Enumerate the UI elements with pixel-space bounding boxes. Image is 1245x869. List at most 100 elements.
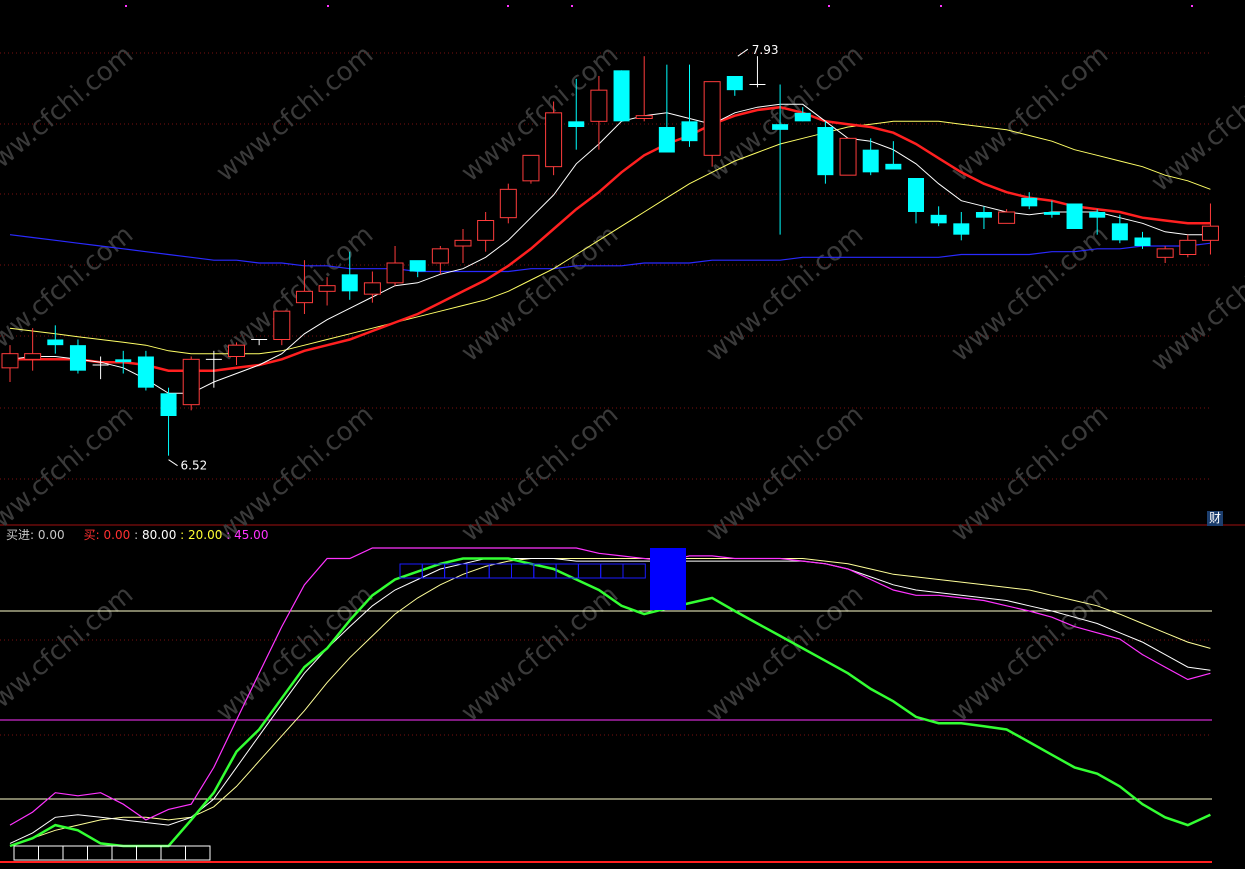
- candle-body-down: [1134, 237, 1151, 246]
- top-tick: [828, 5, 830, 7]
- candle: [92, 356, 109, 380]
- signal-bar: [650, 548, 686, 610]
- candle-body-up: [522, 154, 540, 182]
- candle: [363, 271, 381, 303]
- candle: [658, 64, 675, 153]
- candle-body-down: [862, 149, 879, 173]
- level-80-label: 80.00: [141, 528, 177, 542]
- candle: [1021, 192, 1038, 210]
- candle-body-down: [817, 127, 834, 176]
- watermark-text: www.cfchi.com: [0, 40, 139, 188]
- candle: [726, 76, 743, 96]
- candle-body-up: [24, 353, 42, 360]
- candle-body-up: [1179, 239, 1197, 255]
- watermark-text: www.cfchi.com: [946, 220, 1115, 368]
- bottom-box: [38, 845, 64, 861]
- candle-body-down: [885, 163, 902, 170]
- bottom-box: [136, 845, 162, 861]
- candle-body-down: [47, 339, 64, 346]
- top-tick: [125, 5, 127, 7]
- high-leader: [737, 48, 749, 57]
- top-tick: [507, 5, 509, 7]
- candle-body-down: [930, 214, 947, 224]
- candle-body-up: [998, 211, 1016, 224]
- watermark-text: www.cfchi.com: [946, 400, 1115, 548]
- sep-2: :: [180, 528, 185, 542]
- buy-label: 买:: [83, 528, 100, 542]
- candle-body-down: [613, 70, 630, 122]
- candle: [1066, 203, 1083, 229]
- stock-chart: www.cfchi.com www.cfchi.com www.cfchi.com w…: [0, 5, 1245, 863]
- signal-box: [511, 563, 535, 579]
- signal-box: [622, 563, 646, 579]
- bottom-box: [87, 845, 113, 861]
- candle-body-down: [658, 127, 675, 153]
- indicator-bar: 买进: 0.00 买: 0.00 : 80.00 : 20.00 : 45.00: [6, 527, 268, 543]
- candle-body-down: [69, 345, 86, 371]
- candle: [1201, 203, 1219, 255]
- top-tick: [1191, 5, 1193, 7]
- candle: [975, 206, 992, 229]
- candle: [1156, 246, 1174, 263]
- candle: [635, 56, 653, 122]
- candle-body-down: [772, 124, 789, 130]
- candle: [409, 260, 426, 278]
- candle: [47, 325, 64, 354]
- candle: [930, 206, 947, 227]
- watermark-text: www.cfchi.com: [0, 400, 139, 548]
- candle: [273, 310, 291, 346]
- candle: [681, 64, 698, 147]
- candle: [613, 70, 630, 122]
- buy-in-value: 0.00: [37, 528, 65, 542]
- signal-box: [488, 563, 513, 579]
- candle: [908, 178, 924, 224]
- candle-body-up: [318, 285, 336, 292]
- candle-body-down: [953, 223, 970, 235]
- bottom-box: [62, 845, 88, 861]
- candle: [953, 212, 970, 241]
- bottom-box: [185, 845, 211, 861]
- high-label: 7.93: [752, 43, 779, 57]
- candle-body-up: [545, 112, 563, 168]
- low-leader: [168, 459, 178, 467]
- watermark-text: www.cfchi.com: [701, 400, 870, 548]
- candle-body-up: [228, 344, 245, 357]
- candle: [386, 246, 404, 286]
- candle-body-down: [1111, 223, 1128, 241]
- signal-box: [444, 563, 468, 579]
- candle-body-down: [137, 356, 154, 388]
- candle: [454, 229, 472, 263]
- candle-body-up: [273, 310, 291, 340]
- candle-body-down: [568, 121, 585, 127]
- candle-body-down: [1089, 212, 1106, 218]
- candle: [839, 137, 857, 176]
- watermark-text: www.cfchi.com: [701, 580, 870, 728]
- candle-body-up: [499, 188, 517, 219]
- sep-3: :: [226, 528, 231, 542]
- candle: [749, 56, 766, 88]
- candle-body-down: [908, 178, 924, 212]
- sep-1: :: [134, 528, 139, 542]
- level-20-label: 20.00: [188, 528, 223, 542]
- bottom-box: [111, 845, 137, 861]
- buy-in-label: 买进:: [6, 528, 35, 542]
- bottom-box: [13, 845, 39, 861]
- candle-body-up: [1, 353, 19, 369]
- candle-body-down: [975, 212, 992, 218]
- candle-body-down: [726, 76, 743, 91]
- candle-body-down: [115, 359, 132, 363]
- top-tick: [327, 5, 329, 7]
- candle: [998, 209, 1016, 224]
- watermark-text: www.cfchi.com: [946, 580, 1115, 728]
- finance-badge[interactable]: 财: [1206, 511, 1223, 526]
- candle-body-up: [839, 137, 857, 176]
- candle-body-down: [1066, 203, 1083, 229]
- candle-body-up: [477, 220, 495, 241]
- watermark-text: www.cfchi.com: [456, 400, 625, 548]
- level-45-label: 45.00: [234, 528, 269, 542]
- candle-body-up: [295, 290, 313, 304]
- watermark-text: www.cfchi.com: [701, 220, 870, 368]
- candle: [499, 183, 517, 224]
- candle-body-up: [454, 239, 472, 247]
- candle-body-up: [182, 358, 200, 406]
